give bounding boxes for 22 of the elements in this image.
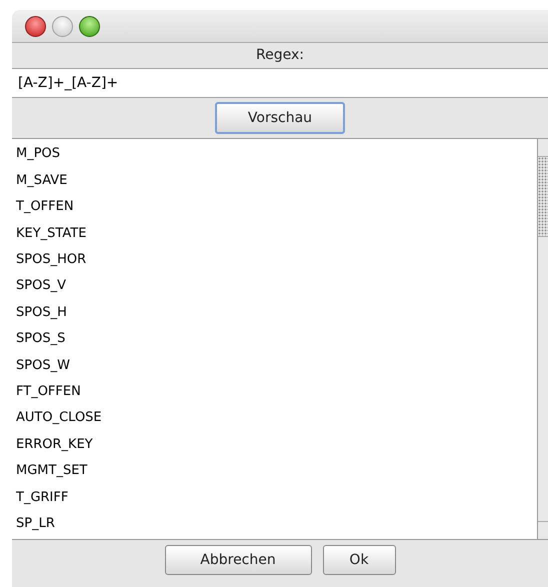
list-item[interactable]: SPOS_V: [12, 272, 537, 300]
list-item[interactable]: M_POS: [12, 141, 537, 168]
list-item[interactable]: T_GRIFF: [12, 484, 537, 510]
list-item[interactable]: SP_LR: [12, 510, 537, 537]
list-item[interactable]: SPOS_HOR: [12, 246, 537, 273]
regex-field[interactable]: [A-Z]+_[A-Z]+: [12, 68, 548, 98]
regex-label: Regex:: [256, 46, 304, 65]
close-icon[interactable]: [25, 16, 46, 36]
list-item[interactable]: M_SAVE: [12, 167, 537, 194]
list-item[interactable]: SPOS_H: [12, 299, 537, 326]
list-item[interactable]: SPOS_W: [12, 352, 537, 379]
zoom-icon[interactable]: [79, 16, 100, 36]
list-item[interactable]: AUTO_CLOSE: [12, 404, 537, 432]
preview-button[interactable]: Vorschau: [215, 102, 345, 134]
list-item[interactable]: ERROR_KEY: [12, 431, 537, 458]
list-item[interactable]: T_OFFEN: [12, 194, 537, 220]
list-item[interactable]: MGMT_SET: [12, 458, 537, 484]
list-item[interactable]: FT_OFFEN: [12, 378, 537, 405]
list-item[interactable]: SPOS_S: [12, 326, 537, 352]
dialog-button[interactable]: Abbrechen: [164, 545, 312, 575]
dialog-button[interactable]: Ok: [322, 545, 396, 575]
list-item[interactable]: KEY_STATE: [12, 220, 537, 247]
